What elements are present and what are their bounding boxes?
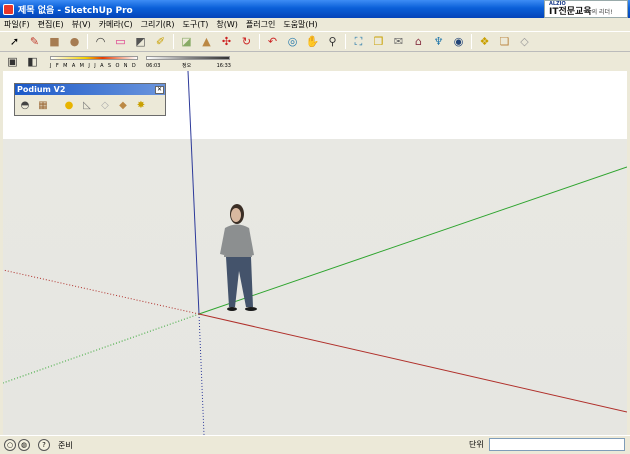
rotate-icon[interactable]: ↻ <box>238 33 255 50</box>
rectangle-icon[interactable]: ■ <box>46 33 63 50</box>
menu-camera[interactable]: 카메라(C) <box>99 19 133 30</box>
section-icon[interactable]: ✉ <box>390 33 407 50</box>
toolbar-separator <box>173 34 174 49</box>
drawing-area[interactable] <box>3 71 627 435</box>
zoom-icon[interactable]: ⚲ <box>324 33 341 50</box>
render-icon[interactable]: ◓ <box>17 97 33 113</box>
title-bar: 제목 없음 - SketchUp Pro <box>0 0 630 18</box>
arc-icon[interactable]: ◠ <box>92 33 109 50</box>
measurements-field[interactable] <box>489 438 625 451</box>
move-icon[interactable]: ✣ <box>218 33 235 50</box>
light-strip-icon[interactable]: ◺ <box>79 97 95 113</box>
shadow-settings-icon[interactable]: ▣ <box>4 53 21 70</box>
main-toolbar: ➚ ✎ ■ ● ◠ ▭ ◩ ✐ ◪ ▲ ✣ ↻ ↶ ◎ ✋ ⚲ ⛶ ❒ ✉ ⌂ ♆ ◉ ❖ ❏ ◇ <box>0 31 630 52</box>
time-slider[interactable]: 06:03 정오 16:33 <box>146 54 231 69</box>
components-icon[interactable]: ❒ <box>370 33 387 50</box>
green-axis <box>198 166 627 315</box>
menu-tools[interactable]: 도구(T) <box>183 19 209 30</box>
options-icon[interactable]: ▦ <box>35 97 51 113</box>
credits-icon[interactable]: ◍ <box>18 439 30 451</box>
podium-title: Podium V2 <box>17 85 66 94</box>
pencil-line-icon[interactable]: ✎ <box>26 33 43 50</box>
eraser-block-icon[interactable]: ◪ <box>178 33 195 50</box>
menu-edit[interactable]: 편집(E) <box>38 19 64 30</box>
toolbar-separator <box>471 34 472 49</box>
podium-toolbar: ◓ ▦ ● ◺ ◇ ◆ ✸ <box>15 95 165 115</box>
menu-view[interactable]: 뷰(V) <box>72 19 91 30</box>
component-make-icon[interactable]: ❖ <box>476 33 493 50</box>
warehouse-icon[interactable]: ⌂ <box>410 33 427 50</box>
select-arrow-icon[interactable]: ➚ <box>6 33 23 50</box>
menu-bar: 파일(F) 편집(E) 뷰(V) 카메라(C) 그리기(R) 도구(T) 창(W… <box>0 18 630 31</box>
menu-window[interactable]: 창(W) <box>216 19 238 30</box>
geolocation-icon[interactable]: ○ <box>4 439 16 451</box>
menu-plugins[interactable]: 플러그인 <box>246 19 275 30</box>
tape-measure-icon[interactable]: ◩ <box>132 33 149 50</box>
person-figure <box>220 204 257 311</box>
orbit-icon[interactable]: ◎ <box>284 33 301 50</box>
status-bar: ○ ◍ ? 준비 단위 <box>0 435 630 454</box>
layout-icon[interactable]: ◇ <box>516 33 533 50</box>
paint-bucket-icon[interactable]: ✐ <box>152 33 169 50</box>
zoom-extents-icon[interactable]: ⛶ <box>350 33 367 50</box>
blue-axis-hidden <box>198 313 205 435</box>
time-mid: 정오 <box>182 63 192 69</box>
model-scene <box>3 71 627 435</box>
circle-icon[interactable]: ● <box>66 33 83 50</box>
pan-hand-icon[interactable]: ✋ <box>304 33 321 50</box>
month-slider[interactable]: J F M A M J J A S O N D <box>50 54 140 69</box>
toolbar-separator <box>345 34 346 49</box>
time-end: 16:33 <box>216 63 231 69</box>
green-axis-hidden <box>3 313 200 384</box>
menu-file[interactable]: 파일(F) <box>4 19 30 30</box>
month-labels: J F M A M J J A S O N D <box>50 63 138 69</box>
shadow-toolbar: ▣ ◧ J F M A M J J A S O N D 06:03 정오 16:… <box>0 52 630 71</box>
podium-title-bar[interactable]: Podium V2 ✕ <box>15 84 165 95</box>
red-axis <box>198 313 627 413</box>
sketchup-icon[interactable] <box>3 3 14 15</box>
offset-icon[interactable]: ↶ <box>264 33 281 50</box>
paint-icon[interactable]: ◆ <box>115 97 131 113</box>
red-axis-hidden <box>3 269 200 315</box>
blue-axis <box>187 71 200 315</box>
toolbar-separator <box>259 34 260 49</box>
shadow-toggle-icon[interactable]: ◧ <box>24 53 41 70</box>
podium-panel: Podium V2 ✕ ◓ ▦ ● ◺ ◇ ◆ ✸ <box>14 83 166 116</box>
menu-draw[interactable]: 그리기(R) <box>141 19 175 30</box>
material-icon[interactable]: ◇ <box>97 97 113 113</box>
time-start: 06:03 <box>146 63 161 69</box>
measurement-label: 단위 <box>469 440 484 449</box>
push-pull-icon[interactable]: ▲ <box>198 33 215 50</box>
brand-logo: ALZIO IT전문교육의 리더! <box>544 0 628 18</box>
toolbar-separator <box>87 34 88 49</box>
light-bulb-icon[interactable]: ● <box>61 97 77 113</box>
brand-main: IT전문교육의 리더! <box>549 6 613 17</box>
google-earth-icon[interactable]: ◉ <box>450 33 467 50</box>
extension-icon[interactable]: ❏ <box>496 33 513 50</box>
close-icon[interactable]: ✕ <box>155 85 164 94</box>
star-icon[interactable]: ✸ <box>133 97 149 113</box>
help-icon[interactable]: ? <box>38 439 50 451</box>
menu-help[interactable]: 도움말(H) <box>283 19 317 30</box>
eraser-icon[interactable]: ▭ <box>112 33 129 50</box>
share-icon[interactable]: ♆ <box>430 33 447 50</box>
window-title: 제목 없음 - SketchUp Pro <box>18 5 133 16</box>
status-text: 준비 <box>58 440 73 450</box>
